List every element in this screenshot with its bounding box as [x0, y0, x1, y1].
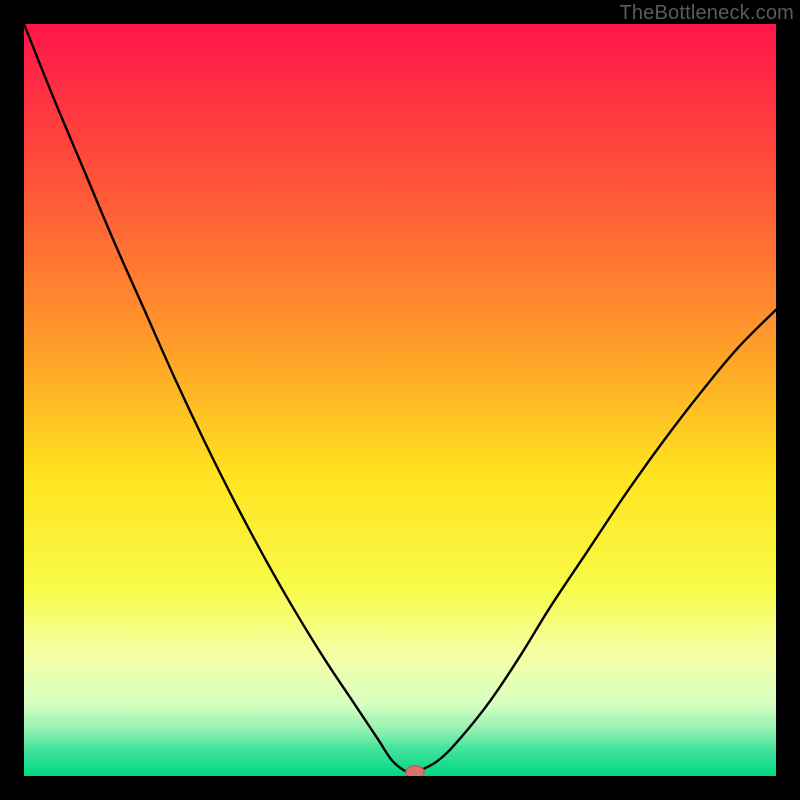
chart-frame: TheBottleneck.com	[0, 0, 800, 800]
optimal-point-marker	[24, 24, 776, 776]
watermark-label: TheBottleneck.com	[619, 2, 794, 25]
plot-area	[24, 24, 776, 776]
